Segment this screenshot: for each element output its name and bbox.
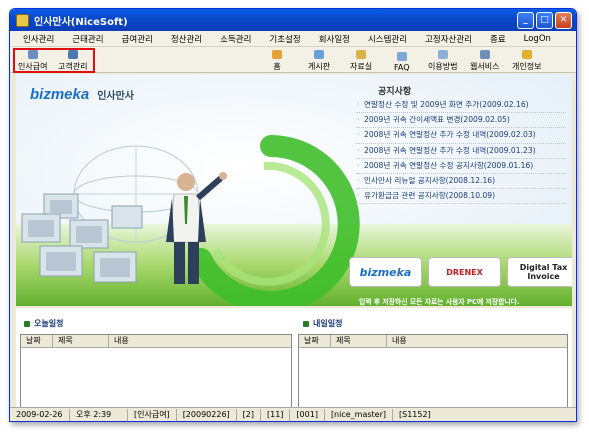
status-field-c: [001] — [290, 408, 325, 421]
tool-label: 홈 — [273, 62, 281, 71]
faq-icon — [396, 52, 407, 61]
minimize-button[interactable]: _ — [517, 11, 534, 29]
column-header-content[interactable]: 내용 — [109, 335, 291, 347]
notice-item[interactable]: 2008년 귀속 연말정산 수정 공지사항(2009.01.16) — [356, 159, 566, 174]
notice-item[interactable]: 유가환급금 관련 공지사항(2008.10.09) — [356, 189, 566, 205]
menu-item[interactable]: 인사관리 — [14, 33, 63, 45]
notice-title: 공지사항 — [378, 87, 412, 97]
menu-item[interactable]: 정산관리 — [162, 33, 211, 45]
column-header-title[interactable]: 제목 — [53, 335, 109, 347]
bizmeka-partner-button[interactable]: bizmeka — [349, 257, 422, 287]
tool-label: 개인정보 — [512, 62, 542, 71]
maximize-button[interactable]: □ — [536, 11, 553, 29]
tool-label: FAQ — [394, 63, 410, 72]
menu-item[interactable]: 고정자산관리 — [416, 33, 481, 45]
storage-notice: 입력 후 저장하신 모든 자료는 사용자 PC에 저장합니다. — [359, 298, 520, 306]
menu-item[interactable]: 근태관리 — [63, 33, 112, 45]
status-field-b: [11] — [261, 408, 291, 421]
payroll-icon — [27, 50, 38, 59]
toolbar: 인사급여 고객관리 홈 게시판 자료실 FAQ 이용방법 웹서비스 개인정보 — [10, 47, 576, 73]
status-bar: 2009-02-26 오후 2:39 [인사급여] [20090226] [2]… — [10, 407, 576, 421]
customer-tool-button[interactable]: 고객관리 — [58, 48, 87, 72]
tool-label: 게시판 — [308, 62, 331, 71]
menu-item[interactable]: 종료 — [481, 33, 515, 45]
status-code: [S1152] — [399, 409, 431, 419]
notice-list: 연말정산 수정 및 2009년 화면 추가(2009.02.16) 2009년 … — [356, 98, 566, 205]
window-title: 인사만사(NiceSoft) — [34, 16, 128, 28]
column-header-date[interactable]: 날짜 — [21, 335, 53, 347]
column-header-date[interactable]: 날짜 — [299, 335, 331, 347]
home-tool-button[interactable]: 홈 — [272, 48, 282, 72]
archive-tool-button[interactable]: 자료실 — [350, 48, 372, 72]
menu-bar: 인사관리 근태관리 급여관리 정산관리 소득관리 기초설정 회사일정 시스템관리… — [10, 31, 576, 47]
notice-item[interactable]: 인사만사 리뉴얼 공지사항(2008.12.16) — [356, 174, 566, 190]
menu-item[interactable]: LogOn — [515, 34, 560, 44]
panel-title-label: 오늘일정 — [34, 319, 64, 328]
status-module: [인사급여] — [128, 408, 177, 421]
app-icon — [16, 13, 29, 27]
web-icon — [479, 50, 490, 59]
notice-item[interactable]: 2008년 귀속 연말정산 추가 수정 내역(2009.01.23) — [356, 144, 566, 159]
tool-label: 웹서비스 — [470, 62, 500, 71]
status-field-a: [2] — [237, 408, 261, 421]
customer-icon — [67, 50, 78, 59]
key-icon — [521, 50, 532, 59]
tool-label: 자료실 — [350, 62, 373, 71]
board-icon — [314, 50, 325, 59]
schedule-panels: 오늘일정 날짜 제목 내용 내일일정 날짜 제목 내용 — [16, 308, 572, 408]
panel-title-label: 내일일정 — [313, 319, 343, 328]
today-schedule-grid[interactable]: 날짜 제목 내용 — [20, 334, 292, 408]
tool-label: 고객관리 — [58, 62, 88, 71]
tax-invoice-partner-button[interactable]: Digital Tax Invoice — [507, 257, 572, 287]
status-date: 2009-02-26 — [10, 408, 70, 421]
folder-icon — [356, 50, 367, 59]
notice-item[interactable]: 2009년 귀속 간이세액표 변경(2009.02.05) — [356, 113, 566, 129]
tool-label: 이용방법 — [428, 62, 458, 71]
column-header-title[interactable]: 제목 — [331, 335, 387, 347]
tool-label: 인사급여 — [18, 62, 48, 71]
tomorrow-schedule-title: 내일일정 — [303, 318, 342, 329]
menu-item[interactable]: 급여관리 — [113, 33, 162, 45]
board-tool-button[interactable]: 게시판 — [308, 48, 330, 72]
tomorrow-schedule-grid[interactable]: 날짜 제목 내용 — [298, 334, 568, 408]
notice-item[interactable]: 2008년 귀속 연말정산 추가 수정 내역(2009.02.03) — [356, 128, 566, 144]
bizmeka-logo: bizmeka — [30, 86, 90, 103]
schedule-icon — [24, 320, 30, 327]
menu-item[interactable]: 시스템관리 — [359, 33, 416, 45]
schedule-icon — [303, 320, 309, 327]
faq-tool-button[interactable]: FAQ — [394, 48, 410, 72]
today-schedule-title: 오늘일정 — [24, 318, 63, 329]
home-icon — [272, 50, 282, 59]
brand-logo: bizmeka 인사만사 — [30, 86, 134, 103]
webservice-tool-button[interactable]: 웹서비스 — [470, 48, 499, 72]
close-button[interactable]: ✕ — [555, 11, 572, 29]
status-user: [nice_master] — [325, 408, 394, 421]
guide-tool-button[interactable]: 이용방법 — [428, 48, 457, 72]
app-window: 인사만사(NiceSoft) _ □ ✕ 인사관리 근태관리 급여관리 정산관리… — [9, 8, 577, 422]
menu-item[interactable]: 회사일정 — [310, 33, 359, 45]
payroll-tool-button[interactable]: 인사급여 — [18, 48, 47, 72]
menu-item[interactable]: 기초설정 — [260, 33, 309, 45]
title-bar[interactable]: 인사만사(NiceSoft) _ □ ✕ — [10, 9, 576, 31]
partner-links: bizmeka DRENEX Digital Tax Invoice — [349, 257, 572, 287]
menu-item[interactable]: 소득관리 — [211, 33, 260, 45]
status-time: 오후 2:39 — [70, 408, 128, 421]
status-ymd: [20090226] — [177, 408, 237, 421]
guide-icon — [437, 50, 448, 59]
main-banner: bizmeka 인사만사 공지사항 연말정산 수정 및 2009년 화면 추가(… — [16, 74, 572, 306]
drenex-partner-button[interactable]: DRENEX — [428, 257, 501, 287]
product-name: 인사만사 — [97, 91, 135, 102]
notice-item[interactable]: 연말정산 수정 및 2009년 화면 추가(2009.02.16) — [356, 98, 566, 114]
privacy-tool-button[interactable]: 개인정보 — [512, 48, 541, 72]
column-header-content[interactable]: 내용 — [387, 335, 567, 347]
